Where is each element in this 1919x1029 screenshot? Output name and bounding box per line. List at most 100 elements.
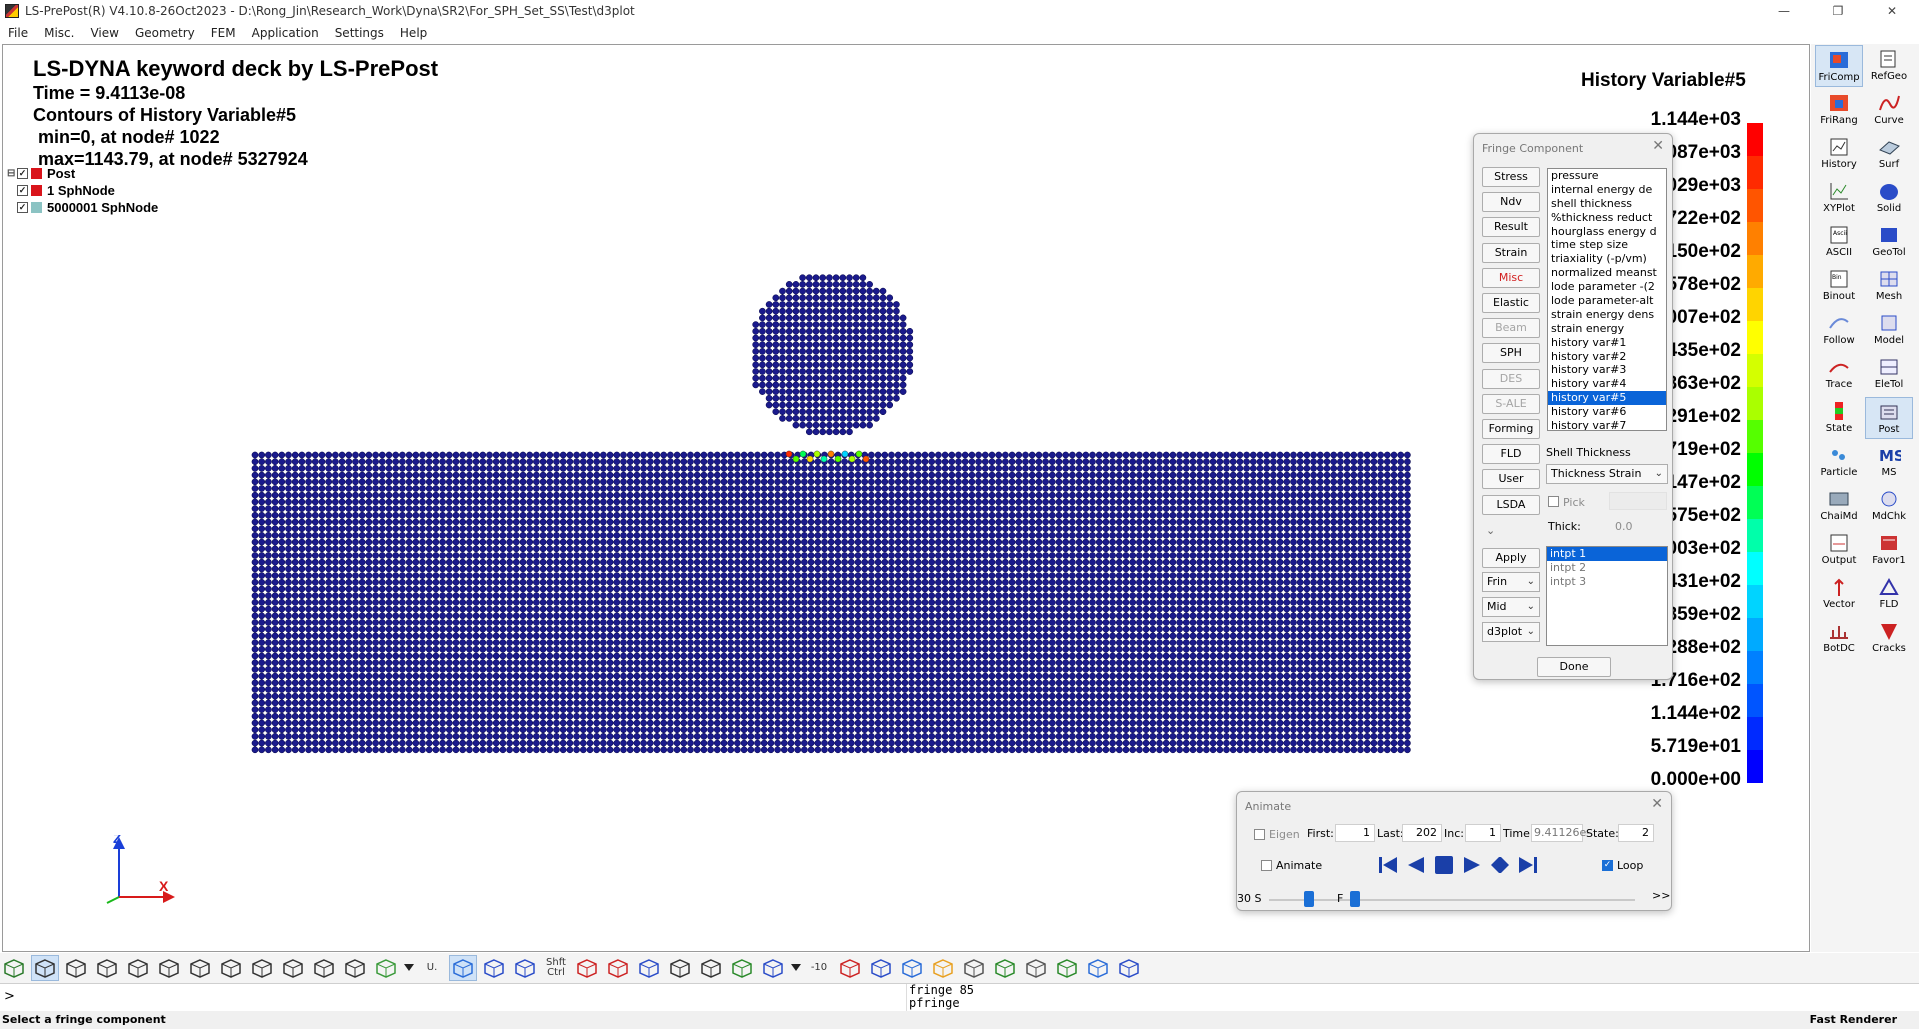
tree-checkbox[interactable]: ✓	[17, 185, 28, 196]
first-field[interactable]: 1	[1335, 824, 1375, 842]
last-frame-button[interactable]	[1515, 853, 1541, 877]
component-list-item[interactable]: pressure	[1548, 169, 1666, 183]
play-forward-button[interactable]	[1459, 853, 1485, 877]
toolbar-text-button[interactable]: U.	[418, 955, 446, 981]
done-button[interactable]: Done	[1537, 657, 1611, 677]
fringe-icon[interactable]	[929, 955, 957, 981]
fringe-ndv-button[interactable]: Ndv	[1482, 192, 1540, 213]
rotate-view-icon[interactable]	[666, 955, 694, 981]
cube-mesh-icon[interactable]	[248, 955, 276, 981]
speed-slider-thumb[interactable]	[1303, 891, 1314, 907]
palette-button-trace[interactable]: Trace	[1815, 353, 1863, 395]
first-frame-button[interactable]	[1375, 853, 1401, 877]
fringe-s-ale-button[interactable]: S-ALE	[1482, 393, 1540, 414]
palette-button-state[interactable]: State	[1815, 397, 1863, 439]
palette-button-frirang[interactable]: FriRang	[1815, 89, 1863, 131]
fringe-result-button[interactable]: Result	[1482, 217, 1540, 238]
menu-fem[interactable]: FEM	[203, 26, 244, 40]
component-list-item[interactable]: history var#6	[1548, 405, 1666, 419]
dropdown-arrow-icon[interactable]	[403, 955, 415, 981]
palette-button-fricomp[interactable]: FriComp	[1815, 45, 1863, 87]
loop-checkbox[interactable]: ✓	[1602, 860, 1613, 871]
close-button[interactable]: ✕	[1865, 0, 1919, 22]
palette-button-solid[interactable]: Solid	[1865, 177, 1913, 219]
step-button[interactable]	[1487, 853, 1513, 877]
tree-item[interactable]: ✓ 1 SphNode	[7, 182, 158, 199]
tree-root[interactable]: ⊟ ✓ Post	[7, 165, 158, 182]
box-icon[interactable]	[867, 955, 895, 981]
menu-file[interactable]: File	[0, 26, 36, 40]
frame-slider-thumb[interactable]	[1350, 891, 1360, 907]
tree-checkbox[interactable]: ✓	[17, 202, 28, 213]
fringe-lsda-button[interactable]: LSDA	[1482, 494, 1540, 515]
component-list-item[interactable]: %thickness reduct	[1548, 211, 1666, 225]
palette-button-refgeo[interactable]: RefGeo	[1865, 45, 1913, 87]
cube-dots-icon[interactable]	[341, 955, 369, 981]
palette-button-surf[interactable]: Surf	[1865, 133, 1913, 175]
component-list-item[interactable]: hourglass energy d	[1548, 225, 1666, 239]
component-list-item[interactable]: internal energy de	[1548, 183, 1666, 197]
view-cube-icon[interactable]	[759, 955, 787, 981]
component-list-item[interactable]: normalized meanst	[1548, 266, 1666, 280]
shaded-icon[interactable]	[449, 955, 477, 981]
menu-misc[interactable]: Misc.	[36, 26, 82, 40]
component-list[interactable]: pressure internal energy de shell thicknes…	[1547, 168, 1667, 431]
palette-button-mesh[interactable]: Mesh	[1865, 265, 1913, 307]
view-tree-icon[interactable]	[0, 955, 28, 981]
last-field[interactable]: 202	[1402, 824, 1442, 842]
component-list-item[interactable]: triaxiality (-p/vm)	[1548, 252, 1666, 266]
file-combo[interactable]: d3plot ⌄	[1482, 622, 1540, 642]
palette-button-vector[interactable]: Vector	[1815, 573, 1863, 615]
palette-button-cracks[interactable]: Cracks	[1865, 617, 1913, 659]
component-list-item[interactable]: lode parameter-alt	[1548, 294, 1666, 308]
maximize-button[interactable]: ❐	[1811, 0, 1865, 22]
fringe-stress-button[interactable]: Stress	[1482, 167, 1540, 187]
rotate-icon[interactable]	[697, 955, 725, 981]
close-icon[interactable]: ✕	[1651, 796, 1663, 812]
thickness-combo[interactable]: Thickness Strain ⌄	[1546, 464, 1668, 484]
cube-wire-icon[interactable]	[279, 955, 307, 981]
fringe-fld-button[interactable]: FLD	[1482, 444, 1540, 465]
list-item[interactable]: intpt 1	[1547, 547, 1667, 561]
cube-front-icon[interactable]	[62, 955, 90, 981]
stop-button[interactable]	[1431, 853, 1457, 877]
speed-slider-track[interactable]	[1269, 899, 1359, 901]
toolbar-text-button[interactable]: -10	[805, 955, 833, 981]
component-list-item[interactable]: history var#1	[1548, 336, 1666, 350]
palette-button-eletol[interactable]: EleTol	[1865, 353, 1913, 395]
pick-checkbox[interactable]	[1548, 496, 1559, 507]
component-list-item[interactable]: history var#5	[1548, 391, 1666, 406]
fringe-beam-button[interactable]: Beam	[1482, 318, 1540, 339]
palette-button-xyplot[interactable]: XYPlot	[1815, 177, 1863, 219]
fringe-forming-button[interactable]: Forming	[1482, 419, 1540, 439]
dropdown-arrow-icon[interactable]	[790, 955, 802, 981]
palette-button-botdc[interactable]: BotDC	[1815, 617, 1863, 659]
component-list-item[interactable]: history var#4	[1548, 377, 1666, 391]
palette-button-mdchk[interactable]: MdChk	[1865, 485, 1913, 527]
menu-geometry[interactable]: Geometry	[127, 26, 203, 40]
integration-point-list[interactable]: intpt 1 intpt 2 intpt 3	[1546, 546, 1668, 646]
home-icon[interactable]	[898, 955, 926, 981]
zoom-icon[interactable]	[635, 955, 663, 981]
cube-left-icon[interactable]	[124, 955, 152, 981]
menu-settings[interactable]: Settings	[327, 26, 392, 40]
cube-bottom-icon[interactable]	[217, 955, 245, 981]
solid-view-icon[interactable]	[480, 955, 508, 981]
layer-combo[interactable]: Mid ⌄	[1482, 597, 1540, 617]
minimize-button[interactable]: —	[1757, 0, 1811, 22]
menu-view[interactable]: View	[82, 26, 126, 40]
palette-button-curve[interactable]: Curve	[1865, 89, 1913, 131]
component-list-item[interactable]: time step size	[1548, 238, 1666, 252]
state-field[interactable]: 2	[1618, 824, 1654, 842]
list-item[interactable]: intpt 3	[1547, 575, 1667, 589]
collapse-icon[interactable]: ⊟	[7, 168, 17, 179]
more-button[interactable]: >>	[1652, 889, 1670, 902]
axes-icon[interactable]	[836, 955, 864, 981]
globe-icon[interactable]	[728, 955, 756, 981]
inc-field[interactable]: 1	[1465, 824, 1501, 842]
settings-icon[interactable]	[1022, 955, 1050, 981]
menu-application[interactable]: Application	[244, 26, 327, 40]
component-list-item[interactable]: history var#7	[1548, 419, 1666, 430]
palette-button-output[interactable]: Output	[1815, 529, 1863, 571]
fringe-sph-button[interactable]: SPH	[1482, 343, 1540, 364]
